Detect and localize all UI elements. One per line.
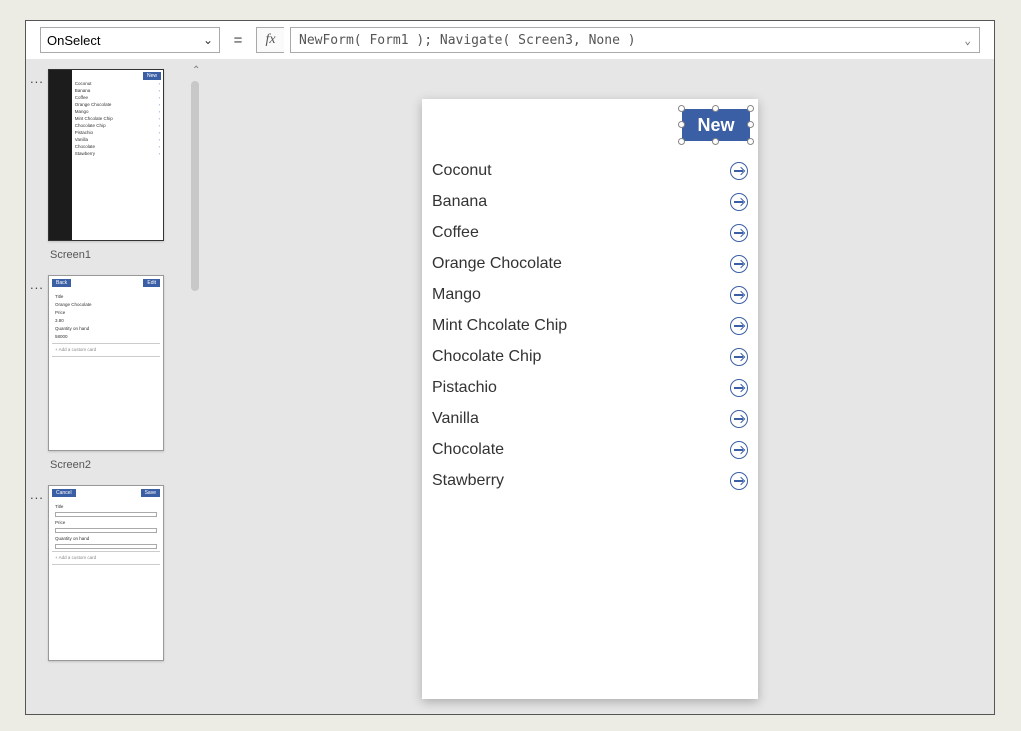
property-name: OnSelect (47, 33, 100, 48)
workspace: ... New Coconut› Banana› Coffee› Orange … (26, 59, 994, 714)
screens-panel: ... New Coconut› Banana› Coffee› Orange … (26, 59, 202, 714)
formula-text: NewForm( Form1 ); Navigate( Screen3, Non… (299, 33, 636, 48)
mini-cancel-button: Cancel (52, 489, 76, 497)
arrow-right-icon[interactable] (730, 317, 748, 335)
formula-input[interactable]: NewForm( Form1 ); Navigate( Screen3, Non… (290, 27, 980, 53)
thumbnail-label: Screen1 (50, 249, 202, 261)
chevron-down-icon: ⌄ (203, 33, 213, 47)
app-canvas: New Coconut Banana Coffee O (422, 99, 758, 699)
list-item-label: Mint Chcolate Chip (432, 317, 567, 335)
scroll-thumb[interactable] (191, 81, 199, 291)
arrow-right-icon[interactable] (730, 255, 748, 273)
mini-back-button: Back (52, 279, 71, 287)
fx-icon[interactable]: fx (256, 27, 284, 53)
list-item-label: Chocolate (432, 441, 504, 459)
arrow-right-icon[interactable] (730, 348, 748, 366)
arrow-right-icon[interactable] (730, 472, 748, 490)
scrollbar[interactable]: ⌃ (190, 59, 200, 714)
property-selector[interactable]: OnSelect ⌄ (40, 27, 220, 53)
arrow-right-icon[interactable] (730, 379, 748, 397)
arrow-right-icon[interactable] (730, 410, 748, 428)
equals-label: = (226, 27, 250, 53)
more-icon[interactable]: ... (30, 277, 44, 292)
mini-save-button: Save (141, 489, 160, 497)
screen-thumbnail[interactable]: ... Back Edit Title Orange Chocolate Pri… (26, 275, 202, 471)
list-item-label: Orange Chocolate (432, 255, 562, 273)
thumbnail-screen1[interactable]: New Coconut› Banana› Coffee› Orange Choc… (48, 69, 164, 241)
arrow-right-icon[interactable] (730, 162, 748, 180)
chevron-down-icon: ⌄ (964, 34, 971, 47)
list-item[interactable]: Stawberry (432, 465, 748, 496)
resize-handle[interactable] (747, 138, 754, 145)
screen-thumbnail[interactable]: ... Cancel Save Title Price Quantity on … (26, 485, 202, 661)
arrow-right-icon[interactable] (730, 441, 748, 459)
list-item-label: Banana (432, 193, 487, 211)
gallery-list: Coconut Banana Coffee Orange Chocolate M… (422, 149, 758, 496)
more-icon[interactable]: ... (30, 487, 44, 502)
screen-thumbnail[interactable]: ... New Coconut› Banana› Coffee› Orange … (26, 69, 202, 261)
new-button-label: New (697, 115, 734, 136)
list-item[interactable]: Mint Chcolate Chip (432, 310, 748, 341)
list-item-label: Mango (432, 286, 481, 304)
list-item-label: Stawberry (432, 472, 504, 490)
thumbnail-screen3[interactable]: Cancel Save Title Price Quantity on hand… (48, 485, 164, 661)
canvas-area: New Coconut Banana Coffee O (202, 59, 994, 714)
new-button[interactable]: New (682, 109, 750, 141)
resize-handle[interactable] (712, 138, 719, 145)
list-item[interactable]: Vanilla (432, 403, 748, 434)
app-window: OnSelect ⌄ = fx NewForm( Form1 ); Naviga… (25, 20, 995, 715)
resize-handle[interactable] (747, 121, 754, 128)
thumbnail-label: Screen2 (50, 459, 202, 471)
arrow-right-icon[interactable] (730, 286, 748, 304)
app-header: New (422, 99, 758, 149)
mini-new-button: New (143, 72, 161, 80)
list-item-label: Coffee (432, 224, 479, 242)
list-item[interactable]: Chocolate (432, 434, 748, 465)
resize-handle[interactable] (678, 105, 685, 112)
scroll-up-icon[interactable]: ⌃ (192, 65, 200, 76)
arrow-right-icon[interactable] (730, 224, 748, 242)
list-item[interactable]: Orange Chocolate (432, 248, 748, 279)
list-item[interactable]: Mango (432, 279, 748, 310)
list-item-label: Coconut (432, 162, 492, 180)
resize-handle[interactable] (747, 105, 754, 112)
list-item[interactable]: Coconut (432, 155, 748, 186)
thumbnail-screen2[interactable]: Back Edit Title Orange Chocolate Price 3… (48, 275, 164, 451)
list-item-label: Chocolate Chip (432, 348, 541, 366)
list-item[interactable]: Coffee (432, 217, 748, 248)
resize-handle[interactable] (678, 121, 685, 128)
list-item-label: Vanilla (432, 410, 479, 428)
formula-bar: OnSelect ⌄ = fx NewForm( Form1 ); Naviga… (26, 21, 994, 59)
arrow-right-icon[interactable] (730, 193, 748, 211)
list-item-label: Pistachio (432, 379, 497, 397)
mini-edit-button: Edit (143, 279, 160, 287)
more-icon[interactable]: ... (30, 71, 44, 86)
resize-handle[interactable] (712, 105, 719, 112)
resize-handle[interactable] (678, 138, 685, 145)
list-item[interactable]: Pistachio (432, 372, 748, 403)
list-item[interactable]: Chocolate Chip (432, 341, 748, 372)
list-item[interactable]: Banana (432, 186, 748, 217)
